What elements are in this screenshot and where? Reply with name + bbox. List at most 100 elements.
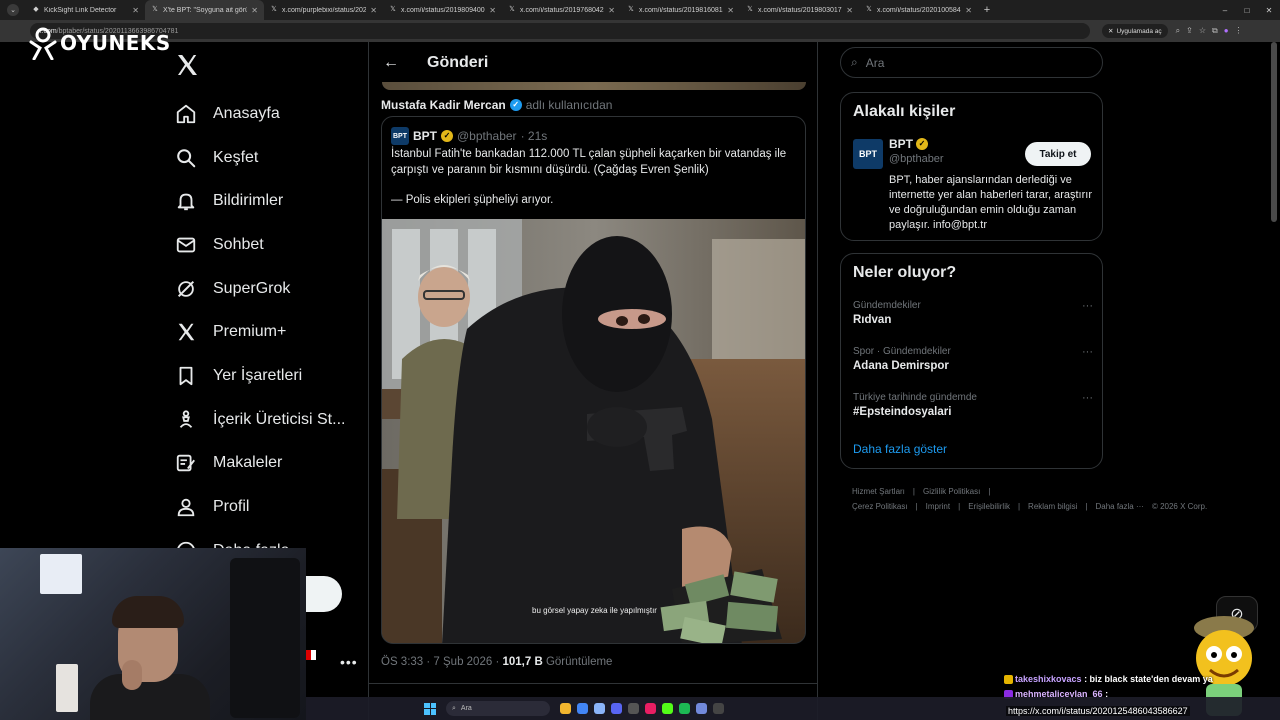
sidebar-item-bookmark[interactable]: Yer İşaretleri — [175, 354, 345, 398]
close-tab-icon[interactable]: ✕ — [370, 6, 377, 15]
back-arrow-icon[interactable]: ← — [383, 54, 399, 72]
close-tab-icon[interactable]: ✕ — [965, 6, 972, 15]
close-tab-icon[interactable]: ✕ — [251, 6, 258, 15]
browser-tab[interactable]: ◆ KickSight Link Detector ✕ — [26, 0, 145, 20]
extensions-icon[interactable]: ⧉ — [1212, 26, 1218, 36]
sidebar-item-person[interactable]: Profil — [175, 485, 345, 529]
account-menu-icon[interactable]: ••• — [340, 654, 358, 670]
star-icon[interactable]: ☆ — [1199, 26, 1206, 36]
avatar[interactable]: BPT — [391, 127, 409, 145]
quoted-author-name[interactable]: BPT — [413, 129, 437, 143]
related-people-title: Alakalı kişiler — [853, 103, 956, 120]
footer-link[interactable]: Çerez Politikası — [852, 502, 908, 511]
zoom-icon[interactable]: ⌕ — [1176, 26, 1180, 36]
tab-title: x.com/i/status/20198094001 — [401, 6, 486, 14]
sidebar-item-x-premium[interactable]: Premium+ — [175, 310, 345, 354]
kick-icon[interactable] — [662, 703, 673, 714]
x-favicon-icon: 𝕏 — [271, 6, 277, 13]
search-input[interactable]: ⌕ Ara — [840, 47, 1103, 78]
taskbar-search[interactable]: ⌕ Ara — [446, 701, 550, 716]
app-icon[interactable] — [645, 703, 656, 714]
app-icon[interactable] — [696, 703, 707, 714]
footer-link[interactable]: Imprint — [926, 502, 950, 511]
menu-icon[interactable]: ⋮ — [1235, 26, 1243, 36]
browser-tab[interactable]: 𝕏x.com/i/status/20197680422 ✕ — [502, 0, 621, 20]
verified-badge-icon: ✓ — [509, 99, 522, 111]
x-logo-icon[interactable] — [175, 53, 199, 77]
trend-item[interactable]: Spor · Gündemdekiler Adana Demirspor ··· — [853, 346, 1093, 372]
sidebar-item-search[interactable]: Keşfet — [175, 136, 345, 180]
sidebar-item-label: Sohbet — [213, 235, 264, 253]
browser-tab[interactable]: 𝕏x.com/i/status/20198160818 ✕ — [621, 0, 740, 20]
view-count-label: Görüntüleme — [545, 656, 613, 668]
sidebar-item-bell[interactable]: Bildirimler — [175, 179, 345, 223]
tab-search-button[interactable]: ⌄ — [0, 0, 26, 20]
sidebar-item-home[interactable]: Anasayfa — [175, 92, 345, 136]
open-in-app-button[interactable]: ✕ Uygulamada aç — [1102, 24, 1168, 38]
post-media-image[interactable] — [382, 219, 806, 644]
close-tab-icon[interactable]: ✕ — [608, 6, 615, 15]
edge-icon[interactable] — [594, 703, 605, 714]
trend-item[interactable]: Türkiye tarihinde gündemde #Epsteindosya… — [853, 392, 1093, 418]
home-icon — [176, 104, 196, 124]
share-icon[interactable]: ⇪ — [1186, 26, 1193, 36]
badge-icon — [1004, 675, 1013, 685]
footer-link[interactable]: © 2026 X Corp. — [1152, 502, 1207, 511]
sidebar-item-article[interactable]: Makaleler — [175, 442, 345, 486]
profile-icon[interactable]: ● — [1224, 26, 1229, 36]
minimize-button[interactable]: – — [1214, 6, 1236, 15]
close-tab-icon[interactable]: ✕ — [846, 6, 853, 15]
stream-logo-text: OYUNEKS — [60, 31, 171, 55]
obs-icon[interactable] — [713, 703, 724, 714]
footer-link[interactable]: Erişilebilirlik — [968, 502, 1010, 511]
streamer-hand — [122, 660, 142, 690]
more-options-icon[interactable]: ··· — [1082, 346, 1093, 358]
footer-link[interactable]: Gizlilik Politikası — [923, 487, 980, 496]
streamer-hair — [112, 596, 184, 628]
spotify-icon[interactable] — [679, 703, 690, 714]
browser-tab[interactable]: 𝕏 X'te BPT: "Soyguna ait görüntü✕ — [145, 0, 264, 20]
related-person-handle: @bpthaber — [889, 153, 944, 165]
new-tab-button[interactable]: + — [978, 4, 996, 16]
windows-start-icon[interactable] — [424, 702, 436, 715]
trend-category: Spor · Gündemdekiler — [853, 346, 951, 357]
footer-link[interactable]: Daha fazla ··· — [1095, 502, 1143, 511]
browser-tab[interactable]: 𝕏x.com/purplebixi/status/2020 ✕ — [264, 0, 383, 20]
quoted-post-card[interactable]: BPT BPT ✓ @bpthaber · 21s İstanbul Fatih… — [381, 116, 806, 644]
sidebar-item-grok[interactable]: SuperGrok — [175, 267, 345, 311]
reposter-line: Mustafa Kadir Mercan ✓ adlı kullanıcıdan — [381, 98, 612, 112]
related-person-name[interactable]: BPT — [889, 137, 913, 151]
studio-light — [40, 554, 82, 594]
chrome-icon[interactable] — [577, 703, 588, 714]
x-favicon-icon: 𝕏 — [866, 6, 872, 13]
scrollbar[interactable] — [1271, 42, 1277, 222]
follow-button[interactable]: Takip et — [1025, 142, 1091, 166]
sidebar-item-mail[interactable]: Sohbet — [175, 223, 345, 267]
show-more-link[interactable]: Daha fazla göster — [853, 442, 947, 456]
url-field[interactable]: x.com/bptaber/status/2020113663986704781 — [30, 23, 1090, 39]
close-window-button[interactable]: ✕ — [1258, 6, 1280, 15]
avatar[interactable]: BPT — [853, 139, 883, 169]
address-bar-row: x.com/bptaber/status/2020113663986704781… — [0, 20, 1280, 42]
trend-item[interactable]: Gündemdekiler Rıdvan ··· — [853, 300, 1093, 326]
more-options-icon[interactable]: ··· — [1082, 300, 1093, 312]
close-tab-icon[interactable]: ✕ — [489, 6, 496, 15]
close-tab-icon[interactable]: ✕ — [727, 6, 734, 15]
footer-link[interactable]: Hizmet Şartları — [852, 487, 905, 496]
explorer-icon[interactable] — [560, 703, 571, 714]
window-controls: – □ ✕ — [1214, 6, 1280, 15]
browser-tab[interactable]: 𝕏x.com/i/status/20198094001 ✕ — [383, 0, 502, 20]
footer-link[interactable]: Reklam bilgisi — [1028, 502, 1077, 511]
close-tab-icon[interactable]: ✕ — [132, 6, 139, 15]
browser-tab[interactable]: 𝕏x.com/i/status/20198030171 ✕ — [740, 0, 859, 20]
reposter-name[interactable]: Mustafa Kadir Mercan — [381, 98, 506, 112]
app-icon[interactable] — [628, 703, 639, 714]
search-icon — [177, 148, 196, 167]
post-timestamp[interactable]: ÖS 3:33 · 7 Şub 2026 · — [381, 656, 499, 668]
more-options-icon[interactable]: ··· — [1082, 392, 1093, 404]
discord-icon[interactable] — [611, 703, 622, 714]
browser-tab[interactable]: 𝕏x.com/i/status/20201005842 ✕ — [859, 0, 978, 20]
bookmark-icon — [179, 366, 193, 386]
maximize-button[interactable]: □ — [1236, 6, 1258, 15]
sidebar-item-creator[interactable]: İçerik Üreticisi St... — [175, 398, 345, 442]
